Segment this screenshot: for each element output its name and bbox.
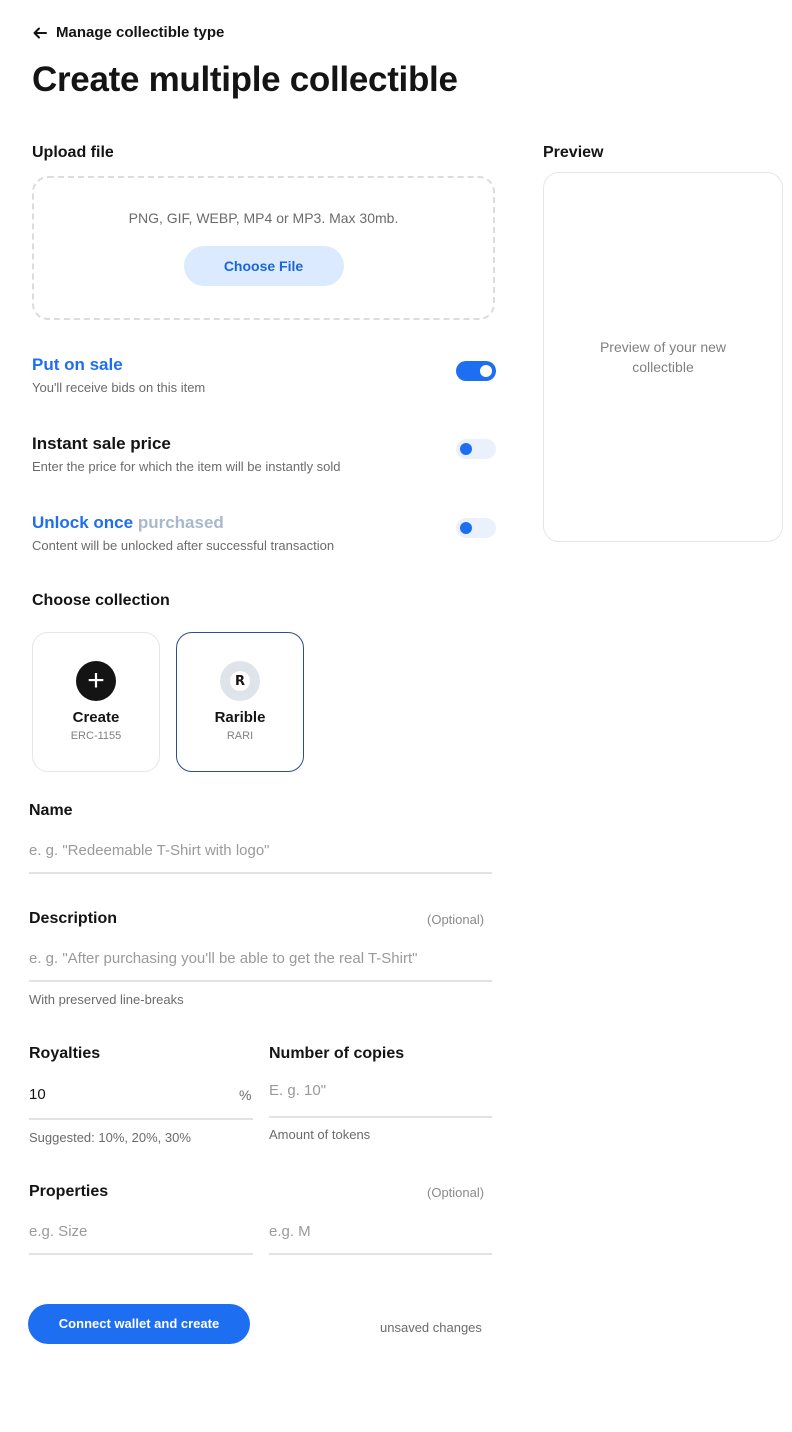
description-label: Description [29,910,118,927]
collection-card-create[interactable]: + Create ERC-1155 [32,632,160,772]
toggle-knob [460,443,472,455]
back-link[interactable]: Manage collectible type [32,24,224,41]
rarible-logo-letter: R [230,671,250,691]
copies-label: Number of copies [269,1045,405,1062]
put-on-sale-toggle[interactable] [456,361,496,381]
upload-dropzone[interactable]: PNG, GIF, WEBP, MP4 or MP3. Max 30mb. Ch… [32,176,495,320]
description-helper: With preserved line-breaks [29,992,184,1007]
unlock-row: Unlock once purchased Content will be un… [32,513,496,553]
unsaved-status: unsaved changes [380,1320,482,1335]
collection-name: Rarible [214,709,266,726]
choose-file-button[interactable]: Choose File [183,246,344,286]
royalties-helper: Suggested: 10%, 20%, 30% [29,1130,191,1145]
name-field [29,834,492,874]
properties-optional: (Optional) [427,1185,485,1200]
toggle-knob [480,365,492,377]
preview-label: Preview [543,144,604,161]
back-link-label: Manage collectible type [56,24,225,41]
toggle-knob [460,522,472,534]
copies-helper: Amount of tokens [269,1127,371,1142]
description-optional: (Optional) [427,912,485,927]
royalties-input[interactable] [29,1080,253,1103]
instant-sale-subtitle: Enter the price for which the item will … [32,459,341,474]
name-input[interactable] [29,834,492,859]
put-on-sale-subtitle: You'll receive bids on this item [32,380,206,395]
instant-sale-row: Instant sale price Enter the price for w… [32,434,496,474]
unlock-title-faded-part: purchased [137,513,224,532]
put-on-sale-title: Put on sale [32,355,123,374]
collection-symbol: RARI [226,730,254,742]
name-label: Name [29,802,73,819]
unlock-title: Unlock once purchased [32,513,496,533]
connect-wallet-create-button[interactable]: Connect wallet and create [28,1304,250,1344]
upload-label: Upload file [32,144,114,161]
collection-card-rarible[interactable]: R Rarible RARI [176,632,304,772]
preview-placeholder: Preview of your new collectible [599,339,727,375]
property-value-input[interactable] [269,1215,492,1240]
unlock-title-part: Unlock once [32,513,138,532]
royalties-field [29,1080,253,1120]
collection-name: Create [72,709,120,726]
collection-standard: ERC-1155 [70,730,122,742]
unlock-subtitle: Content will be unlocked after successfu… [32,538,335,553]
property-value-field [269,1215,492,1255]
unlock-toggle[interactable] [456,518,496,538]
property-key-field [29,1215,253,1255]
royalties-unit: % [239,1087,252,1103]
property-key-input[interactable] [29,1215,253,1240]
instant-sale-toggle[interactable] [456,439,496,459]
preview-card: Preview of your new collectible [543,172,783,542]
description-input[interactable] [29,942,492,967]
choose-collection-label: Choose collection [32,592,170,609]
copies-field [269,1078,492,1118]
plus-icon: + [76,661,116,701]
instant-sale-title: Instant sale price [32,434,171,453]
royalties-label: Royalties [29,1045,101,1062]
arrow-left-icon [33,27,47,38]
copies-input[interactable] [269,1078,492,1099]
page-title: Create multiple collectible [32,60,458,99]
rarible-logo-icon: R [220,661,260,701]
put-on-sale-row: Put on sale You'll receive bids on this … [32,355,496,395]
upload-hint: PNG, GIF, WEBP, MP4 or MP3. Max 30mb. [128,210,399,226]
properties-label: Properties [29,1183,109,1200]
description-field [29,942,492,982]
